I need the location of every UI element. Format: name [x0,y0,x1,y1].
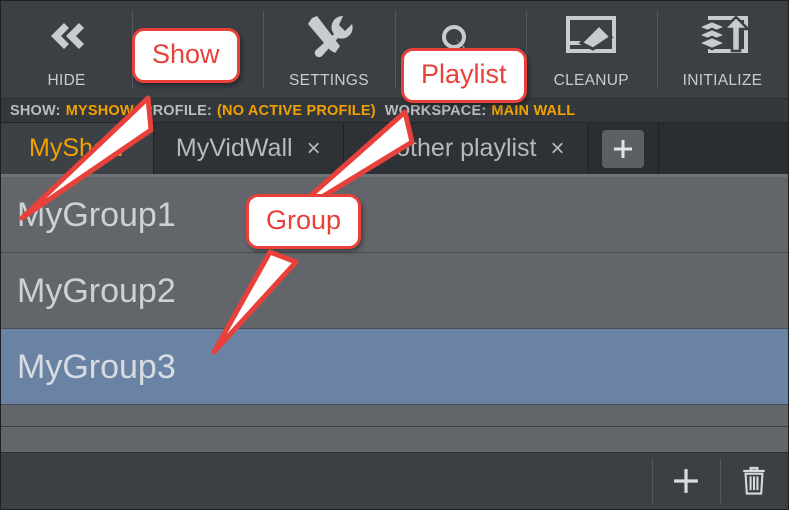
tools-icon [263,1,394,71]
table-row[interactable]: MyGroup3 [1,329,788,405]
add-tab-area [587,123,659,174]
hide-button[interactable]: HIDE [1,1,132,98]
group-list-empty-area [1,405,788,427]
add-tab-button[interactable] [601,129,644,168]
group-name: MyGroup2 [17,271,176,310]
tab-myvidwall[interactable]: MyVidWall × [153,123,344,174]
settings-button-label: SETTINGS [288,71,369,89]
group-name: MyGroup3 [17,347,176,386]
tab-another-playlist-close-icon[interactable]: × [551,136,565,161]
plus-icon [674,469,698,493]
playlist-button[interactable] [394,1,526,98]
tab-another-playlist-label: Another playlist [365,134,537,162]
status-show-value: MYSHOW [65,102,134,119]
layers-upload-icon [657,1,788,71]
double-chevron-left-icon [1,1,132,71]
table-row[interactable]: MyGroup1 [1,177,788,253]
playlist-icon [395,1,526,86]
cleanup-button[interactable]: CLEANUP [525,1,657,98]
add-group-button[interactable] [652,453,720,509]
tab-myvidwall-label: MyVidWall [175,134,293,162]
status-profile-key: PROFILE: [142,102,213,119]
tab-myshow-label: MyShow [29,134,125,162]
tab-myshow[interactable]: MyShow [1,123,154,174]
delete-group-button[interactable] [720,453,788,509]
initialize-button[interactable]: INITIALIZE [656,1,788,98]
tab-bar: MyShow MyVidWall × Another playlist × [1,123,788,177]
bottom-toolbar [1,452,788,509]
show-button[interactable] [132,1,263,98]
trash-icon [743,466,765,495]
status-workspace-key: WORKSPACE: [384,102,487,119]
table-row[interactable]: MyGroup2 [1,253,788,329]
status-workspace-value: MAIN WALL [491,102,576,119]
application-window: HIDE SETTINGS CLEANUP INITIALIZE SHOW: M… [0,0,789,510]
settings-button[interactable]: SETTINGS [263,1,394,98]
status-show-key: SHOW: [10,102,61,119]
hide-button-label: HIDE [47,71,86,89]
group-name: MyGroup1 [17,195,176,234]
tab-another-playlist[interactable]: Another playlist × [343,123,588,174]
plus-icon [613,139,632,158]
status-bar: SHOW: MYSHOW PROFILE: (NO ACTIVE PROFILE… [1,98,788,123]
folder-icon [132,1,263,86]
tab-myvidwall-close-icon[interactable]: × [307,136,321,161]
main-toolbar: HIDE SETTINGS CLEANUP INITIALIZE [1,1,788,98]
group-list: MyGroup1 MyGroup2 MyGroup3 [1,177,788,452]
eraser-screen-icon [526,1,657,71]
status-profile-value: (NO ACTIVE PROFILE) [217,102,376,119]
cleanup-button-label: CLEANUP [553,71,629,89]
initialize-button-label: INITIALIZE [682,71,763,89]
